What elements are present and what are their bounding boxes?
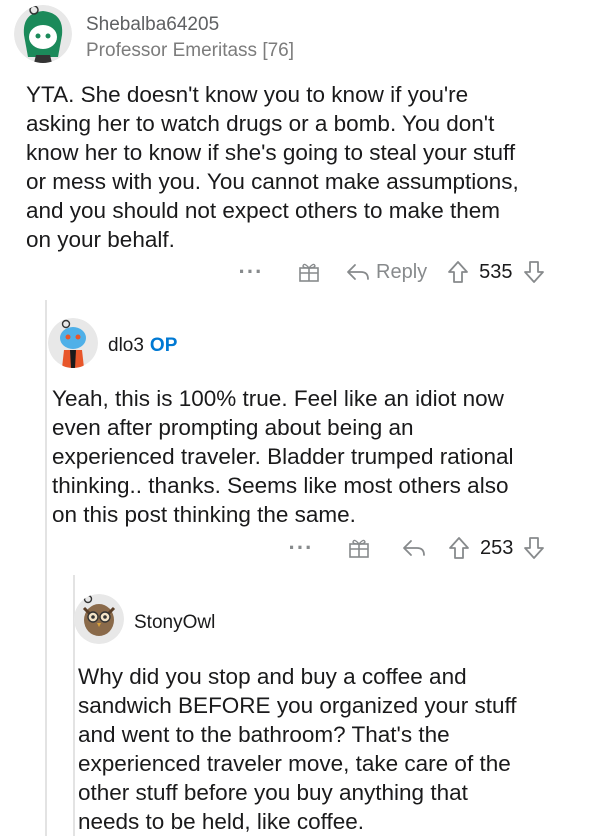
comment-body: YTA. She doesn't know you to know if you… — [26, 80, 591, 254]
comment-line: even after prompting about being an — [52, 415, 414, 440]
comment-line: and went to the bathroom? That's the — [78, 722, 450, 747]
more-options-icon[interactable]: ··· — [236, 259, 266, 285]
more-options-icon[interactable]: ··· — [286, 535, 316, 561]
comment-line: other stuff before you buy anything that — [78, 780, 468, 805]
op-badge: OP — [149, 335, 178, 356]
upvote-arrow-icon[interactable] — [447, 260, 469, 284]
comment-line: or mess with you. You cannot make assump… — [26, 169, 519, 194]
reply-arrow-icon[interactable] — [346, 262, 370, 282]
comment-line: asking her to watch drugs or a bomb. You… — [26, 111, 495, 136]
thread-line-level-1[interactable] — [45, 300, 47, 836]
comment-line: on this post thinking the same. — [52, 502, 356, 527]
comment-username[interactable]: StonyOwl — [134, 612, 215, 634]
avatar-snoo-blue-icon — [48, 318, 98, 368]
avatar[interactable] — [74, 594, 124, 644]
comment-line: YTA. She doesn't know you to know if you… — [26, 82, 469, 107]
avatar[interactable] — [14, 5, 72, 63]
avatar[interactable] — [48, 318, 98, 368]
downvote-arrow-icon[interactable] — [523, 260, 545, 284]
comment-line: know her to know if she's going to steal… — [26, 140, 516, 165]
avatar-snoo-owl-icon — [74, 594, 124, 644]
comment-line: thinking.. thanks. Seems like most other… — [52, 473, 509, 498]
comment-action-bar: ··· Reply 535 — [236, 256, 545, 288]
vote-count: 253 — [480, 536, 514, 559]
award-gift-icon[interactable] — [346, 537, 372, 559]
upvote-arrow-icon[interactable] — [448, 536, 470, 560]
comment-line: on your behalf. — [26, 227, 175, 252]
comment-line: Yeah, this is 100% true. Feel like an id… — [52, 386, 504, 411]
comment-line: and you should not expect others to make… — [26, 198, 501, 223]
comment-action-bar: ··· 253 — [286, 532, 545, 564]
vote-count: 535 — [479, 260, 513, 283]
comment-body: Why did you stop and buy a coffee and sa… — [78, 662, 593, 836]
user-flair: Professor Emeritass [76] — [86, 40, 295, 61]
comment-username[interactable]: dlo3 OP — [108, 335, 177, 357]
comment-line: needs to be held, like coffee. — [78, 809, 365, 834]
comment-line: experienced traveler. Bladder trumped ra… — [52, 444, 514, 469]
downvote-arrow-icon[interactable] — [523, 536, 545, 560]
comment-username[interactable]: Shebalba64205 — [86, 14, 219, 36]
comment-line: experienced traveler move, take care of … — [78, 751, 511, 776]
comment-line: sandwich BEFORE you organized your stuff — [78, 693, 517, 718]
reply-arrow-icon[interactable] — [402, 538, 426, 558]
reply-button[interactable]: Reply — [376, 261, 427, 284]
award-gift-icon[interactable] — [296, 261, 322, 283]
avatar-snoo-green-hair-icon — [14, 5, 72, 63]
comment-line: Why did you stop and buy a coffee and — [78, 664, 467, 689]
username-text[interactable]: dlo3 — [108, 335, 144, 356]
comment-body: Yeah, this is 100% true. Feel like an id… — [52, 384, 592, 529]
